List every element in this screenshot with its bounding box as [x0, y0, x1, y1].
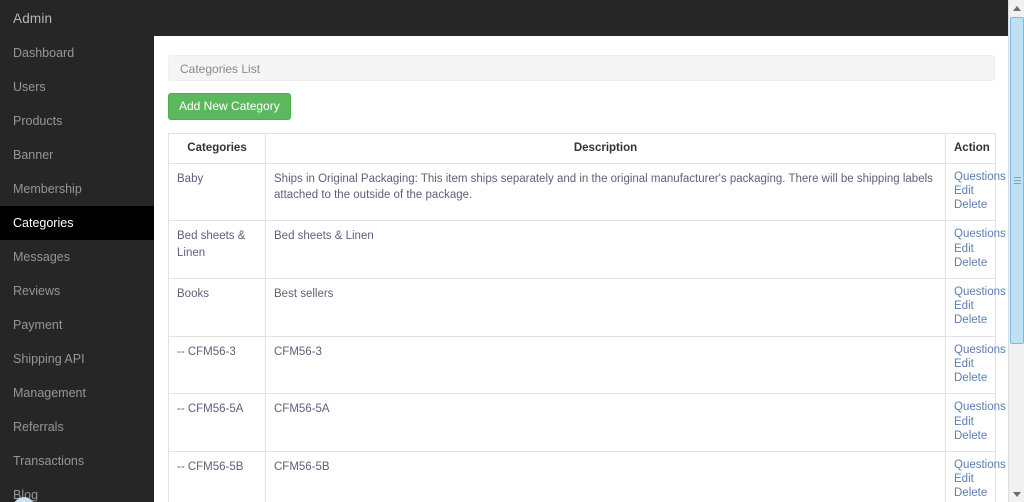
cell-action: Questions Edit Delete [945, 393, 1006, 452]
page-scrollbar[interactable] [1008, 0, 1024, 502]
cell-description: CFM56-3 [265, 335, 946, 395]
cell-action: Questions Edit Delete [945, 277, 1006, 337]
admin-page: Admin Dashboard Users Products Banner Member… [0, 0, 1024, 502]
action-link-edit[interactable]: Edit [954, 473, 987, 487]
sidebar-item-payment[interactable]: Payment [0, 308, 154, 342]
cell-action: Questions Edit Delete [945, 220, 1006, 279]
table-row: -- CFM56-5A CFM56-5A Questions Edit Delete [168, 393, 1006, 452]
sidebar-item-transactions[interactable]: Transactions [0, 444, 154, 478]
sidebar: Dashboard Users Products Banner Membership Ca… [0, 36, 154, 502]
table-row: Bed sheets & Linen Bed sheets & Linen Ques… [168, 220, 1006, 279]
table-head: Categories Description Action [168, 133, 996, 164]
action-link-questions[interactable]: Questions [954, 228, 1006, 242]
action-link-questions[interactable]: Questions [954, 459, 1006, 473]
action-link-delete[interactable]: Delete [954, 372, 987, 386]
cell-description: CFM56-5A [265, 393, 946, 452]
panel-title: Categories List [168, 55, 995, 81]
table-header-row: Categories Description Action [168, 133, 996, 164]
sidebar-item-shipping-api[interactable]: Shipping API [0, 342, 154, 376]
action-link-questions[interactable]: Questions [954, 344, 1006, 358]
sidebar-item-users[interactable]: Users [0, 70, 154, 104]
action-link-questions[interactable]: Questions [954, 401, 1006, 415]
cell-category: -- CFM56-5A [168, 393, 266, 452]
action-link-edit[interactable]: Edit [954, 358, 987, 372]
cell-description: Ships in Original Packaging: This item s… [265, 162, 946, 222]
cell-description: CFM56-5B [265, 450, 946, 502]
top-bar: Admin [0, 0, 1024, 36]
action-link-edit[interactable]: Edit [954, 185, 987, 199]
action-link-edit[interactable]: Edit [954, 243, 987, 257]
chevron-down-icon [1013, 491, 1021, 497]
categories-table-wrap: Categories Description Action Baby Ships … [168, 133, 1006, 502]
action-link-delete[interactable]: Delete [954, 430, 987, 444]
action-link-delete[interactable]: Delete [954, 257, 987, 271]
action-link-edit[interactable]: Edit [954, 300, 987, 314]
action-link-edit[interactable]: Edit [954, 416, 987, 430]
cell-action: Questions Edit Delete [945, 335, 1006, 395]
sidebar-item-messages[interactable]: Messages [0, 240, 154, 274]
cell-action: Questions Edit Delete [945, 450, 1006, 502]
add-new-category-button[interactable]: Add New Category [168, 93, 291, 120]
table-row: -- CFM56-5B CFM56-5B Questions Edit Delete [168, 450, 1006, 502]
cell-category: -- CFM56-5B [168, 450, 266, 502]
action-link-questions[interactable]: Questions [954, 286, 1006, 300]
col-header-action: Action [945, 133, 996, 164]
brand-title: Admin [13, 10, 53, 26]
action-link-questions[interactable]: Questions [954, 171, 1006, 185]
sidebar-nav: Dashboard Users Products Banner Membership Ca… [0, 36, 154, 502]
action-link-delete[interactable]: Delete [954, 487, 987, 501]
categories-table: Categories Description Action Baby Ships … [168, 133, 1006, 502]
action-link-delete[interactable]: Delete [954, 314, 987, 328]
cell-description: Best sellers [265, 277, 946, 337]
sidebar-item-management[interactable]: Management [0, 376, 154, 410]
sidebar-item-reviews[interactable]: Reviews [0, 274, 154, 308]
cell-category: Books [168, 277, 266, 337]
col-header-categories: Categories [168, 133, 266, 164]
cell-category: -- CFM56-3 [168, 335, 266, 395]
table-row: Baby Ships in Original Packaging: This it… [168, 162, 1006, 222]
scrollbar-thumb[interactable] [1010, 17, 1024, 344]
col-header-description: Description [265, 133, 946, 164]
table-row: Books Best sellers Questions Edit Delete [168, 277, 1006, 337]
cell-category: Bed sheets & Linen [168, 220, 266, 279]
grip-icon [1013, 175, 1021, 186]
table-body: Baby Ships in Original Packaging: This it… [168, 162, 1006, 502]
cell-action: Questions Edit Delete [945, 162, 1006, 222]
table-row: -- CFM56-3 CFM56-3 Questions Edit Delete [168, 335, 1006, 395]
sidebar-item-referrals[interactable]: Referrals [0, 410, 154, 444]
sidebar-item-banner[interactable]: Banner [0, 138, 154, 172]
action-link-delete[interactable]: Delete [954, 199, 987, 213]
main-content: Categories List Add New Category Categor… [154, 36, 1009, 502]
scroll-down-button[interactable] [1009, 486, 1024, 502]
cell-description: Bed sheets & Linen [265, 220, 946, 279]
sidebar-item-membership[interactable]: Membership [0, 172, 154, 206]
cell-category: Baby [168, 162, 266, 222]
chevron-up-icon [1013, 5, 1021, 11]
sidebar-item-dashboard[interactable]: Dashboard [0, 36, 154, 70]
scroll-up-button[interactable] [1009, 0, 1024, 16]
sidebar-item-categories[interactable]: Categories [0, 206, 154, 240]
sidebar-item-products[interactable]: Products [0, 104, 154, 138]
